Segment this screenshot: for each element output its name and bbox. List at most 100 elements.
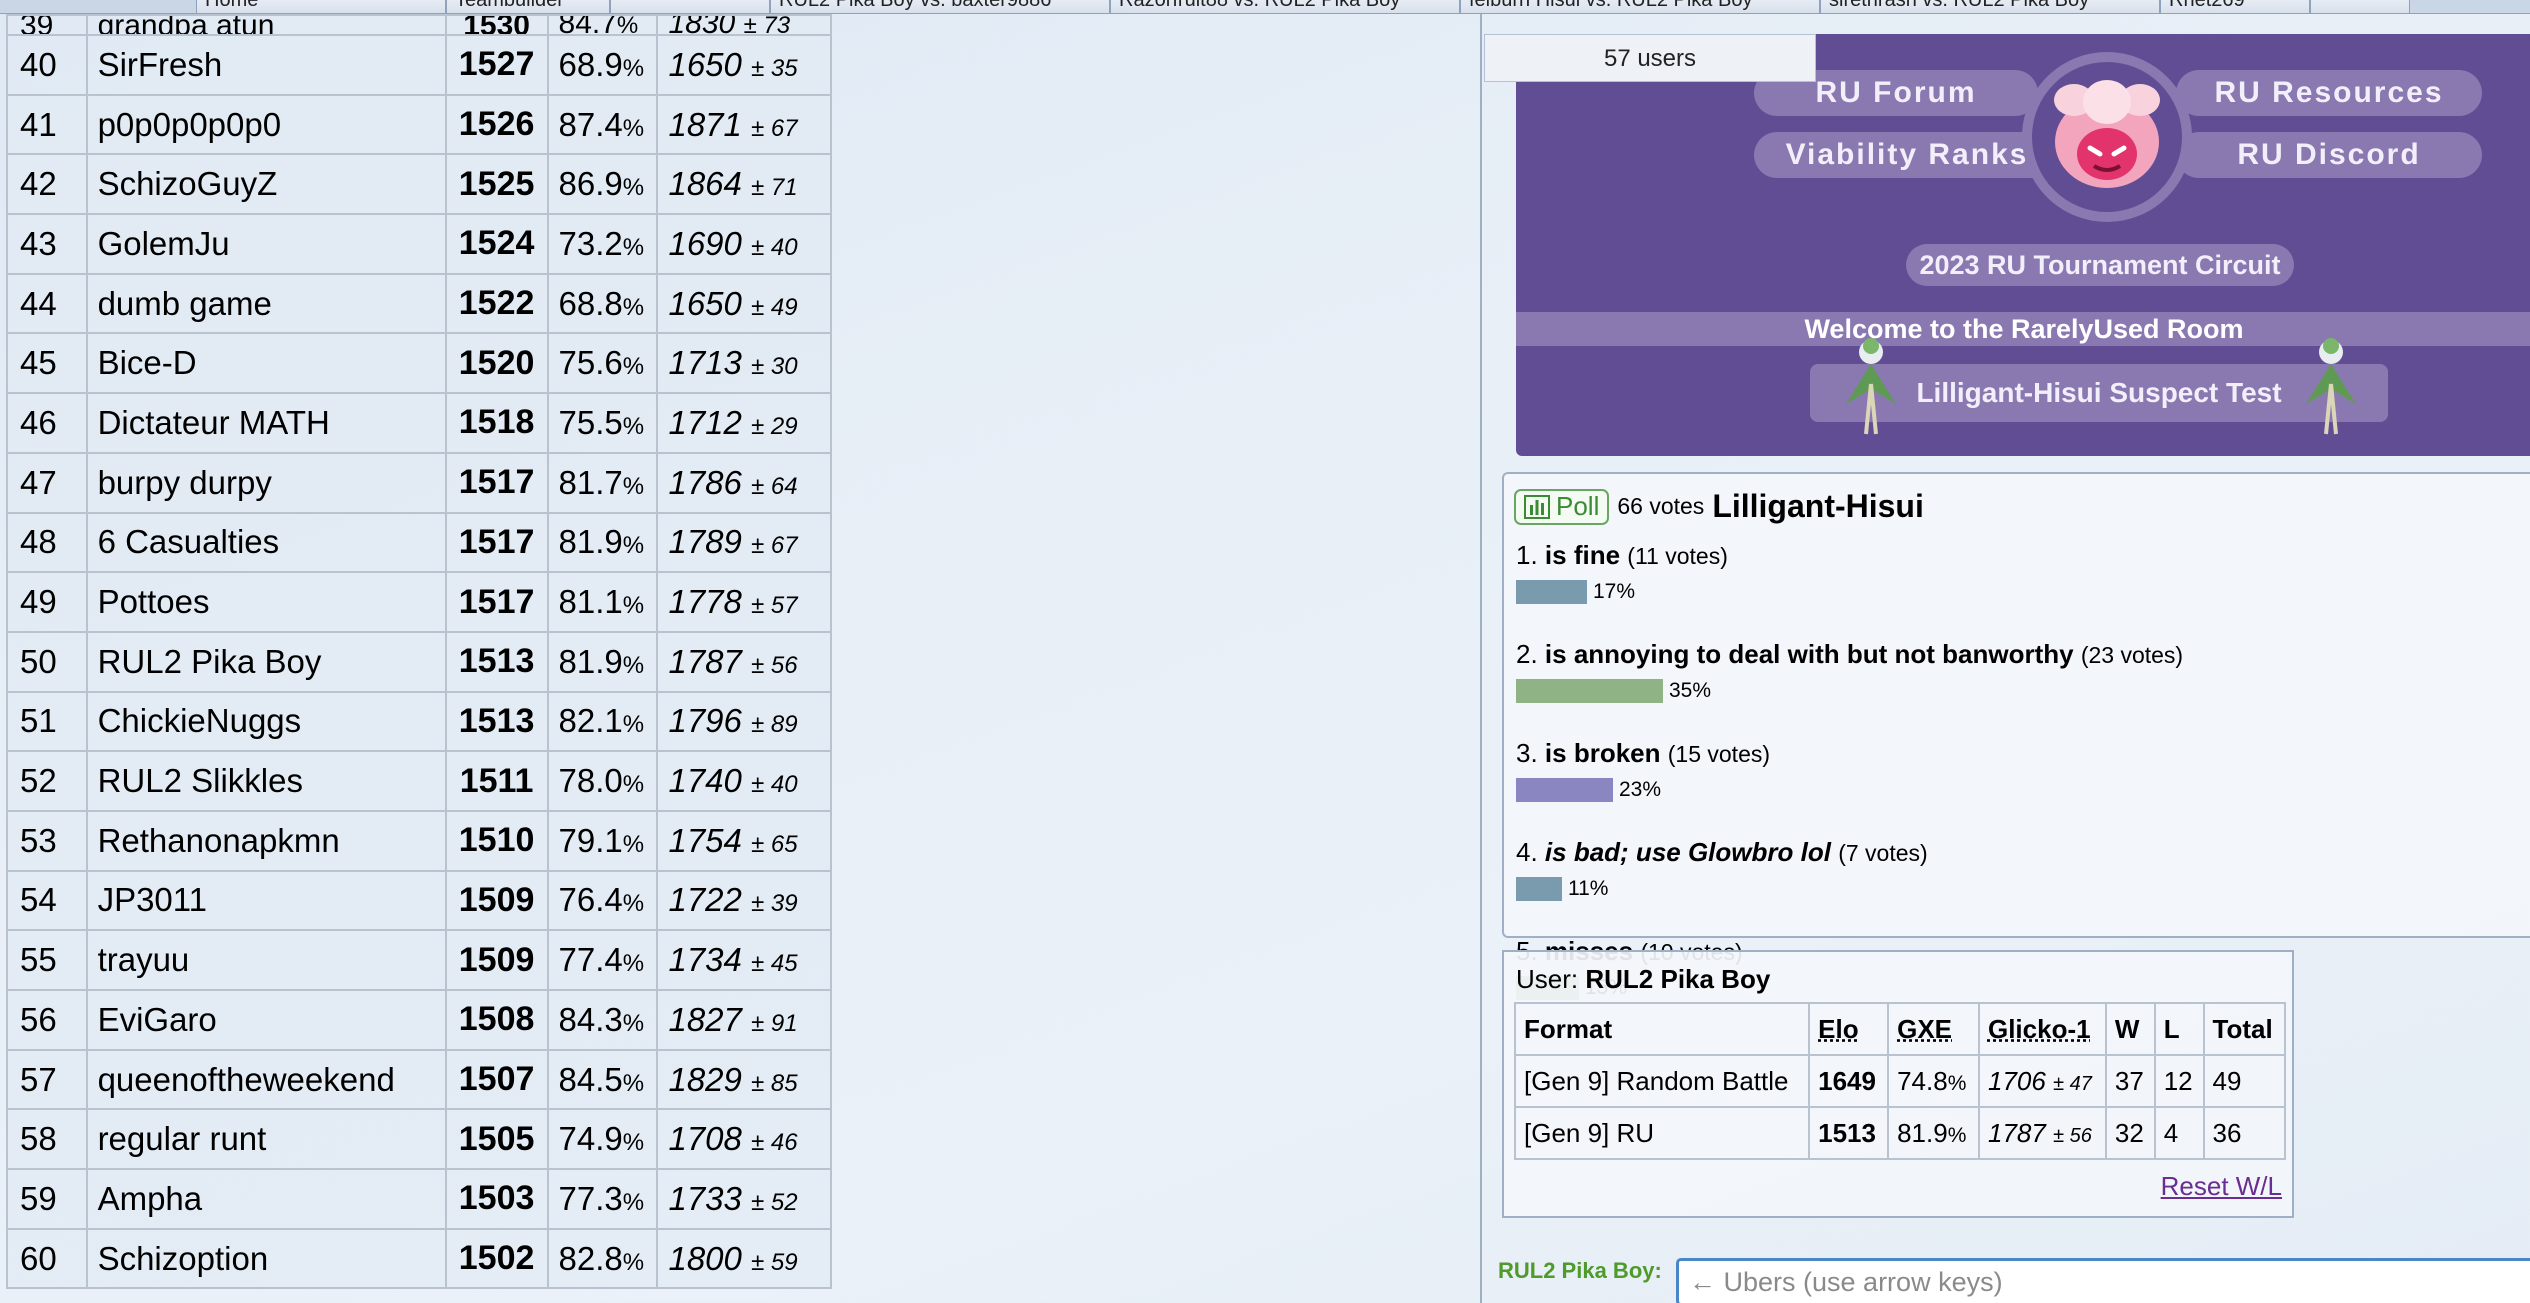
room-logo [2022,52,2192,222]
ladder-row: 56 EviGaro 1508 84.3% 1827 ± 91 [7,990,831,1050]
format-cell: [Gen 9] RU [1515,1107,1809,1159]
elo-cell: 1502 [446,1229,548,1289]
tab-battle-5[interactable]: Rhet269 [2160,0,2310,14]
tab-battle-3[interactable]: felburn Hisui vs. RUL2 Pika Boy [1460,0,1820,14]
poll-option[interactable]: 1. is fine (11 votes) 17% [1516,540,1728,571]
glicko-value: 1800 [668,1240,741,1277]
rank-cell: 55 [7,930,87,990]
gxe-value: 76.4 [559,881,623,918]
player-name[interactable]: SirFresh [87,35,446,95]
glicko-cell: 1787 ± 56 [657,632,831,692]
gxe-value: 81.7 [559,464,623,501]
elo-cell: 1508 [446,990,548,1050]
player-name[interactable]: trayuu [87,930,446,990]
glicko-cell: 1871 ± 67 [657,95,831,155]
gxe-cell: 75.6% [548,333,658,393]
gxe-cell: 81.9% [548,632,658,692]
rank-cell: 56 [7,990,87,1050]
tab-battle-2[interactable]: Razorfruit88 vs. RUL2 Pika Boy [1110,0,1460,14]
elo-cell: 1525 [446,154,548,214]
glicko-deviation: ± 29 [751,413,798,440]
gxe-value: 68.8 [559,285,623,322]
player-name[interactable]: SchizoGuyZ [87,154,446,214]
rank-cell: 54 [7,871,87,931]
poll-option-label: is bad; use Glowbro lol [1545,837,1831,867]
user-stats-box: User: RUL2 Pika Boy Format Elo GXE Glicko-1… [1502,950,2294,1218]
gxe-cell: 81.9% [1888,1107,1979,1159]
glicko-value: 1787 [668,643,741,680]
user-count-button[interactable]: 57 users [1484,34,1816,82]
elo-cell: 1524 [446,214,548,274]
gxe-cell: 74.9% [548,1109,658,1169]
player-name[interactable]: RUL2 Pika Boy [87,632,446,692]
player-name[interactable]: grandpa atun [87,15,446,35]
rank-cell: 58 [7,1109,87,1169]
player-name[interactable]: Ampha [87,1169,446,1229]
poll-option-bar [1516,679,1663,703]
tab-extra[interactable] [2310,0,2410,14]
elo-cell: 1518 [446,393,548,453]
poll-option-number: 2. [1516,639,1538,669]
player-name[interactable]: RUL2 Slikkles [87,751,446,811]
player-name[interactable]: Pottoes [87,572,446,632]
player-name[interactable]: ChickieNuggs [87,692,446,752]
poll-option-bar [1516,580,1587,604]
rank-cell: 39 [7,15,87,35]
glicko-cell: 1713 ± 30 [657,333,831,393]
glicko-cell: 1650 ± 35 [657,35,831,95]
tournament-circuit-link[interactable]: 2023 RU Tournament Circuit [1906,244,2294,286]
glicko-value: 1690 [668,225,741,262]
percent-sign: % [623,771,644,798]
player-name[interactable]: Bice-D [87,333,446,393]
player-name[interactable]: dumb game [87,274,446,334]
gxe-value: 84.5 [559,1061,623,1098]
ru-discord-link[interactable]: RU Discord [2176,132,2482,178]
player-name[interactable]: EviGaro [87,990,446,1050]
viability-ranks-link[interactable]: Viability Ranks [1754,132,2060,178]
percent-sign: % [623,950,644,977]
player-name[interactable]: Dictateur MATH [87,393,446,453]
poll-option[interactable]: 2. is annoying to deal with but not banw… [1516,639,2183,670]
poll-option[interactable]: 4. is bad; use Glowbro lol (7 votes) 11% [1516,837,1928,868]
ru-resources-link[interactable]: RU Resources [2176,70,2482,116]
tab-battle-1[interactable]: RUL2 Pika Boy vs. baxter9886 [770,0,1110,14]
tab-home[interactable]: Home [196,0,446,14]
player-name[interactable]: queenoftheweekend [87,1050,446,1110]
reset-wl-link[interactable]: Reset W/L [2161,1171,2282,1202]
player-name[interactable]: Schizoption [87,1229,446,1289]
elo-cell: 1517 [446,513,548,573]
player-name[interactable]: JP3011 [87,871,446,931]
player-name[interactable]: 6 Casualties [87,513,446,573]
gxe-cell: 87.4% [548,95,658,155]
elo-cell: 1517 [446,453,548,513]
ladder-row: 57 queenoftheweekend 1507 84.5% 1829 ± 85 [7,1050,831,1110]
glicko-deviation: ± 49 [751,294,798,321]
elo-cell: 1649 [1809,1055,1888,1107]
glicko-cell: 1778 ± 57 [657,572,831,632]
percent-sign: % [623,711,644,738]
tab-battle-4[interactable]: sirethrash vs. RUL2 Pika Boy [1820,0,2160,14]
tab-teambuilder[interactable]: Teambuilder [446,0,610,14]
elo-cell: 1522 [446,274,548,334]
percent-sign: % [623,174,644,201]
user-label: User: [1516,964,1578,994]
tab-ladder[interactable] [610,0,770,14]
player-name[interactable]: Rethanonapkmn [87,811,446,871]
ladder-row: 43 GolemJu 1524 73.2% 1690 ± 40 [7,214,831,274]
percent-sign: % [623,1249,644,1276]
gxe-value: 87.4 [559,106,623,143]
glicko-deviation: ± 59 [751,1249,798,1276]
player-name[interactable]: p0p0p0p0p0 [87,95,446,155]
rank-cell: 52 [7,751,87,811]
gxe-cell: 76.4% [548,871,658,931]
percent-sign: % [623,115,644,142]
glicko-cell: 1690 ± 40 [657,214,831,274]
player-name[interactable]: burpy durpy [87,453,446,513]
player-name[interactable]: GolemJu [87,214,446,274]
poll-option[interactable]: 3. is broken (15 votes) 23% [1516,738,1770,769]
player-name[interactable]: regular runt [87,1109,446,1169]
room-banner: RU Forum RU Resources Viability Ranks RU… [1516,34,2530,456]
chat-input[interactable] [1676,1258,2530,1303]
glicko-value: 1706 [1988,1066,2046,1096]
glicko-deviation: ± 52 [751,1189,798,1216]
